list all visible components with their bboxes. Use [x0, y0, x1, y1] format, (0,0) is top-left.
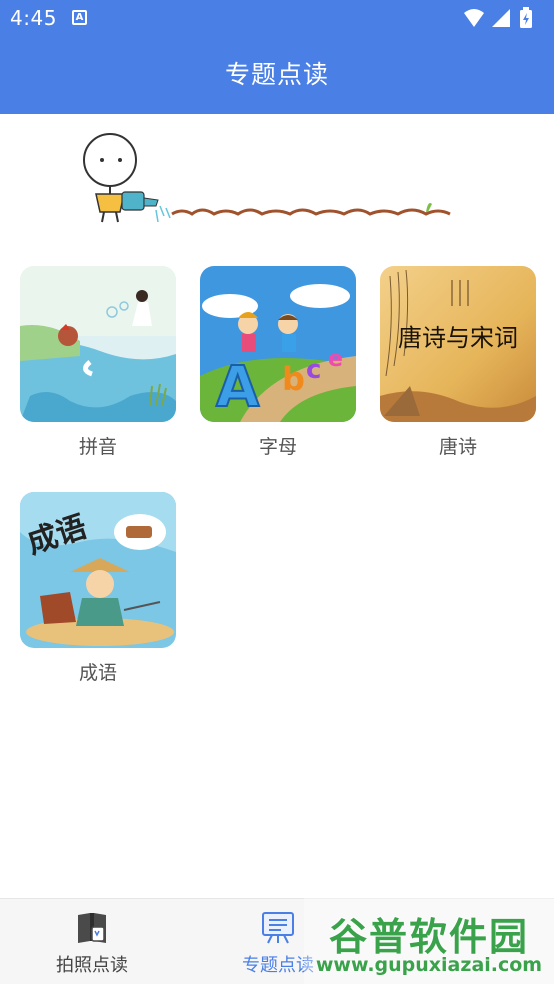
- idioms-thumbnail: 成语: [20, 492, 176, 648]
- status-time: 4:45: [10, 6, 57, 30]
- watermark-title: 谷普软件园: [328, 915, 529, 959]
- signal-icon: [492, 9, 510, 27]
- page-title: 专题点读: [224, 60, 329, 89]
- topic-card-tang-poems[interactable]: 唐诗与宋词 唐诗: [380, 266, 536, 466]
- topic-label-letters: 字母: [258, 436, 297, 458]
- svg-text:A: A: [216, 355, 260, 420]
- status-icons: [464, 7, 532, 28]
- svg-text:b: b: [282, 360, 305, 398]
- topic-card-pinyin[interactable]: 拼音: [20, 266, 176, 466]
- app-bar: 专题点读: [0, 36, 554, 114]
- wifi-icon: [464, 9, 484, 27]
- nav-label-photo-read: 拍照点读: [56, 955, 128, 976]
- topic-label-idioms: 成语: [78, 662, 117, 684]
- pinyin-thumbnail: [20, 266, 176, 422]
- watermark: 谷普软件园 www.gupuxiazai.com: [304, 896, 554, 984]
- book-photo-icon: [78, 913, 106, 943]
- nav-item-photo-read[interactable]: 拍照点读: [2, 899, 182, 984]
- status-bar: 4:45 A: [0, 0, 554, 36]
- a-box-icon: A: [72, 10, 87, 25]
- topic-label-tang-poems: 唐诗: [438, 436, 477, 458]
- svg-text:c: c: [306, 355, 321, 385]
- topic-board-icon: [262, 912, 294, 944]
- letters-thumbnail: A b c e: [200, 266, 356, 422]
- topic-label-pinyin: 拼音: [78, 436, 117, 458]
- watermark-url: www.gupuxiazai.com: [315, 954, 543, 976]
- tang-poems-thumb-text: 唐诗与宋词: [398, 324, 518, 352]
- svg-text:e: e: [328, 347, 343, 372]
- tang-poems-thumbnail: 唐诗与宋词: [380, 266, 536, 422]
- banner-illustration: [83, 133, 451, 223]
- topic-card-idioms[interactable]: 成语 成语: [20, 492, 176, 692]
- topic-card-letters[interactable]: A b c e 字母: [200, 266, 356, 466]
